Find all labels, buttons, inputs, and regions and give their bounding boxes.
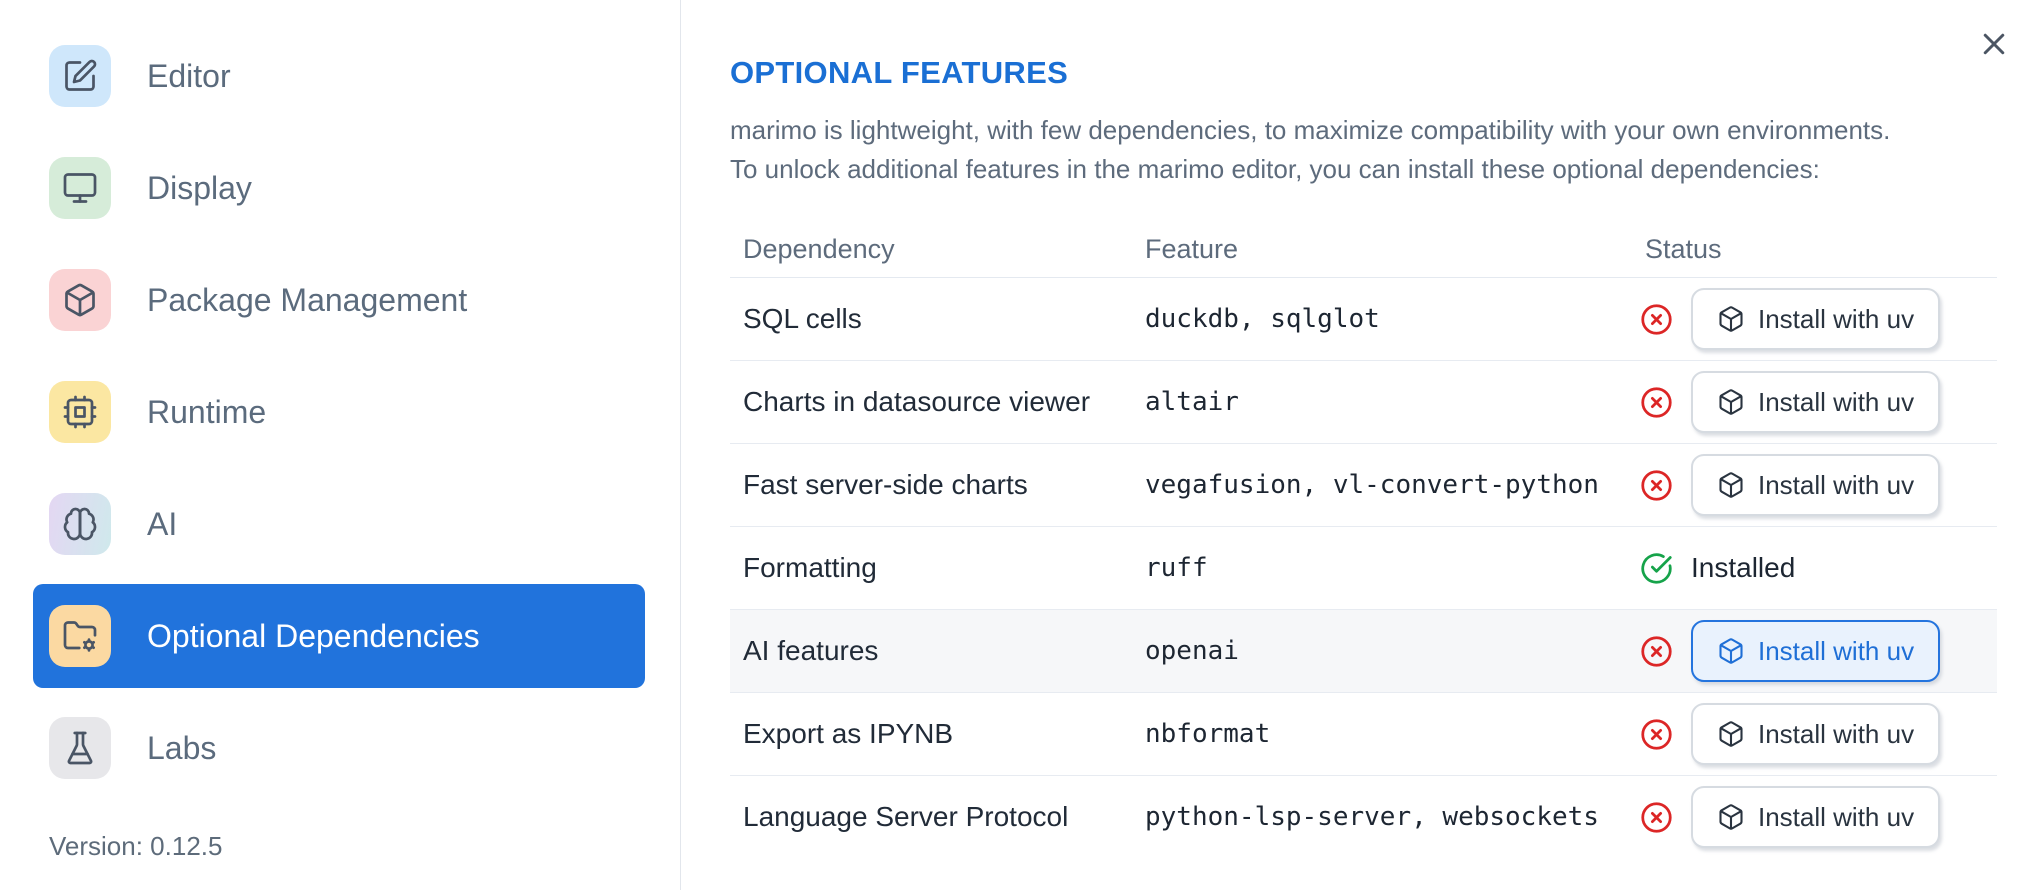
monitor-icon <box>49 157 111 219</box>
panel-description: marimo is lightweight, with few dependen… <box>730 111 1997 189</box>
sidebar-item-label: Editor <box>147 57 231 94</box>
sidebar-item-package-management[interactable]: Package Management <box>33 248 645 352</box>
app-version: Version: 0.12.5 <box>49 831 223 861</box>
feature-packages: vegafusion, vl-convert-python <box>1145 470 1599 500</box>
sidebar-nav: Editor Display Package Management Runtim… <box>0 24 679 808</box>
circle-x-icon <box>1640 386 1673 419</box>
circle-x-icon <box>1640 303 1673 336</box>
sidebar-item-label: Runtime <box>147 393 267 430</box>
dependency-name: Language Server Protocol <box>743 801 1069 832</box>
sidebar-item-editor[interactable]: Editor <box>33 24 645 128</box>
dependency-name: Formatting <box>743 552 877 583</box>
table-row: Fast server-side charts vegafusion, vl-c… <box>730 444 1997 527</box>
description-line: To unlock additional features in the mar… <box>730 154 1820 184</box>
flask-icon <box>49 717 111 779</box>
sidebar-item-label: Package Management <box>147 281 468 318</box>
feature-packages: python-lsp-server, websockets <box>1145 802 1599 832</box>
status-cell: Install with uv <box>1630 371 1997 433</box>
status-cell: Install with uv <box>1630 786 1997 848</box>
brain-icon <box>49 493 111 555</box>
install-with-uv-button[interactable]: Install with uv <box>1691 371 1941 433</box>
circle-check-icon <box>1640 552 1673 585</box>
sidebar-item-labs[interactable]: Labs <box>33 696 645 800</box>
install-with-uv-button[interactable]: Install with uv <box>1691 454 1941 516</box>
table-header-row: Dependency Feature Status <box>730 221 1997 278</box>
table-row: SQL cells duckdb, sqlglot Install with u… <box>730 278 1997 361</box>
install-button-label: Install with uv <box>1758 635 1915 666</box>
box-icon <box>1719 389 1743 415</box>
box-icon <box>1719 306 1743 332</box>
status-cell: Install with uv <box>1630 703 1997 765</box>
page-title: OPTIONAL FEATURES <box>730 55 1069 90</box>
sidebar-item-label: Display <box>147 169 252 206</box>
circle-x-icon <box>1640 801 1673 834</box>
box-icon <box>1719 721 1743 747</box>
install-with-uv-button[interactable]: Install with uv <box>1691 620 1941 682</box>
feature-packages: nbformat <box>1145 719 1271 749</box>
feature-packages: openai <box>1145 636 1239 666</box>
table-row: Export as IPYNB nbformat Install with uv <box>730 693 1997 776</box>
install-button-label: Install with uv <box>1758 469 1915 500</box>
box-icon <box>1719 638 1743 664</box>
install-button-label: Install with uv <box>1758 386 1915 417</box>
status-cell: Install with uv <box>1630 620 1997 682</box>
sidebar-item-label: Labs <box>147 729 217 766</box>
dependency-name: Charts in datasource viewer <box>743 386 1091 417</box>
dependency-name: Export as IPYNB <box>743 718 954 749</box>
table-row: AI features openai Install with uv <box>730 610 1997 693</box>
status-cell: Installed <box>1630 552 1997 585</box>
installed-status-label: Installed <box>1691 552 1796 583</box>
panel-content: OPTIONAL FEATURES marimo is lightweight,… <box>682 55 2042 858</box>
install-button-label: Install with uv <box>1758 801 1915 832</box>
folder-cog-icon <box>49 605 111 667</box>
circle-x-icon <box>1640 469 1673 502</box>
table-row: Formatting ruff Installed <box>730 527 1997 610</box>
box-icon <box>1719 472 1743 498</box>
optional-features-panel: OPTIONAL FEATURES marimo is lightweight,… <box>682 0 2042 890</box>
feature-packages: ruff <box>1145 553 1208 583</box>
install-with-uv-button[interactable]: Install with uv <box>1691 288 1941 350</box>
sidebar-item-display[interactable]: Display <box>33 136 645 240</box>
sidebar-item-label: Optional Dependencies <box>147 617 480 654</box>
dependency-name: Fast server-side charts <box>743 469 1028 500</box>
column-header-feature: Feature <box>1145 233 1239 264</box>
dependency-name: AI features <box>743 635 879 666</box>
sidebar-item-ai[interactable]: AI <box>33 472 645 576</box>
table-row: Charts in datasource viewer altair Insta… <box>730 361 1997 444</box>
square-pen-icon <box>49 45 111 107</box>
install-with-uv-button[interactable]: Install with uv <box>1691 703 1941 765</box>
table-row: Language Server Protocol python-lsp-serv… <box>730 776 1997 858</box>
install-button-label: Install with uv <box>1758 718 1915 749</box>
feature-packages: duckdb, sqlglot <box>1145 304 1380 334</box>
circle-x-icon <box>1640 718 1673 751</box>
package-icon <box>49 269 111 331</box>
box-icon <box>1719 804 1743 830</box>
settings-sidebar: Editor Display Package Management Runtim… <box>0 0 681 890</box>
install-button-label: Install with uv <box>1758 303 1915 334</box>
sidebar-item-runtime[interactable]: Runtime <box>33 360 645 464</box>
close-icon <box>1979 29 2009 59</box>
sidebar-item-optional-dependencies[interactable]: Optional Dependencies <box>33 584 645 688</box>
status-cell: Install with uv <box>1630 454 1997 516</box>
status-cell: Install with uv <box>1630 288 1997 350</box>
cpu-icon <box>49 381 111 443</box>
dependency-name: SQL cells <box>743 303 862 334</box>
description-line: marimo is lightweight, with few dependen… <box>730 115 1891 145</box>
settings-dialog: Editor Display Package Management Runtim… <box>0 0 2042 890</box>
circle-x-icon <box>1640 635 1673 668</box>
sidebar-item-label: AI <box>147 505 178 542</box>
column-header-status: Status <box>1645 233 1722 264</box>
feature-packages: altair <box>1145 387 1239 417</box>
column-header-dependency: Dependency <box>743 233 895 264</box>
close-button[interactable] <box>1974 24 2014 64</box>
install-with-uv-button[interactable]: Install with uv <box>1691 786 1941 848</box>
